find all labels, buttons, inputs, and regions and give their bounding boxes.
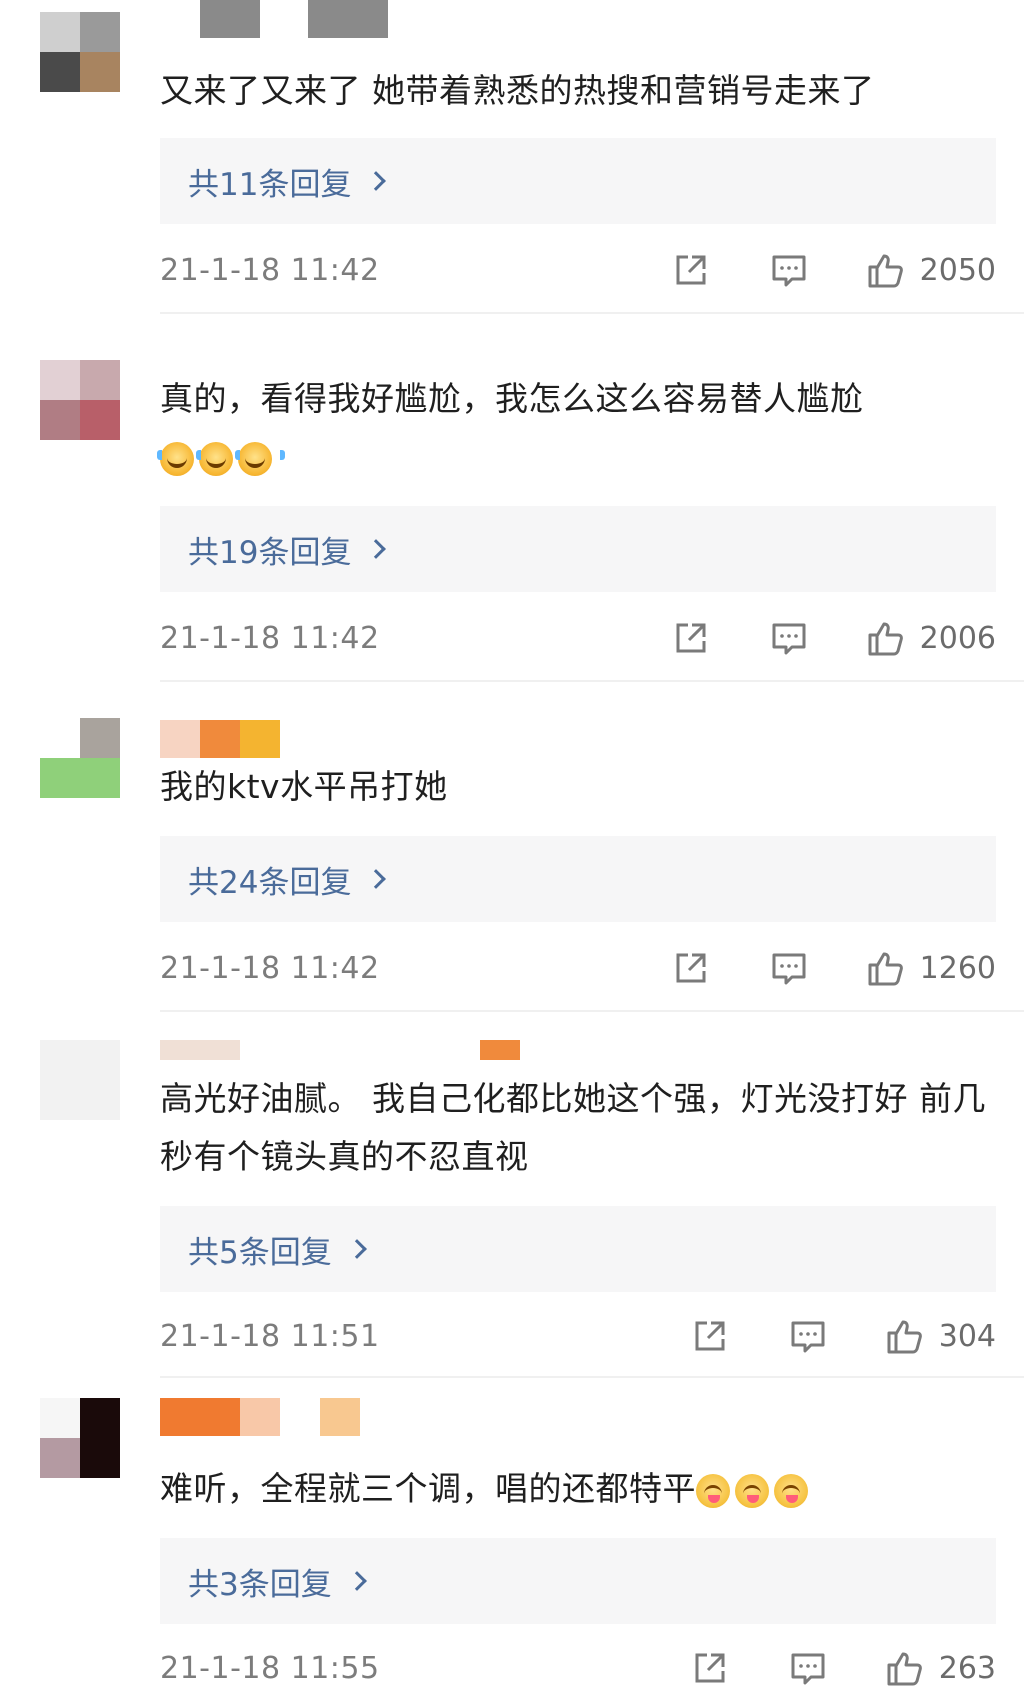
replies-count-label: 共3条回复 <box>188 1566 332 1603</box>
comment-text: 我的ktv水平吊打她 <box>160 758 1010 816</box>
replies-count-label: 共19条回复 <box>188 534 352 571</box>
laugh-cry-emoji <box>235 441 285 476</box>
comment-actions: 2050 <box>672 250 996 290</box>
view-replies-button[interactable]: 共11条回复 <box>160 138 996 224</box>
comment-text-content: 难听，全程就三个调，唱的还都特平 <box>160 1469 696 1508</box>
comment-text: 真的，看得我好尴尬，我怎么这么容易替人尴尬 <box>157 370 1010 486</box>
yum-emoji <box>774 1473 808 1508</box>
comment-text-content: 真的，看得我好尴尬，我怎么这么容易替人尴尬 <box>160 379 864 418</box>
comment-text-content: 我的ktv水平吊打她 <box>160 767 448 806</box>
thumbs-up-icon <box>866 250 906 290</box>
share-icon[interactable] <box>672 251 710 289</box>
thumbs-up-icon <box>866 948 906 988</box>
thumbs-up-icon <box>866 618 906 658</box>
comment-meta: 21-1-18 11:51 304 <box>160 1308 996 1364</box>
like-count: 2006 <box>919 620 996 656</box>
comment-icon[interactable] <box>770 251 808 289</box>
comment-icon[interactable] <box>789 1317 827 1355</box>
like-button[interactable]: 1260 <box>866 948 996 988</box>
like-button[interactable]: 304 <box>885 1316 996 1356</box>
view-replies-button[interactable]: 共3条回复 <box>160 1538 996 1624</box>
divider <box>160 1010 1024 1012</box>
replies-count-label: 共11条回复 <box>188 166 352 203</box>
comment-timestamp: 21-1-18 11:42 <box>160 252 380 288</box>
comment-timestamp: 21-1-18 11:42 <box>160 950 380 986</box>
chevron-right-icon <box>346 1239 367 1259</box>
like-button[interactable]: 2006 <box>866 618 996 658</box>
comment-text-content: 高光好油腻。 我自己化都比她这个强，灯光没打好 前几秒有个镜头真的不忍直视 <box>160 1079 986 1176</box>
comment-meta: 21-1-18 11:42 2006 <box>160 610 996 666</box>
comment-actions: 1260 <box>672 948 996 988</box>
avatar[interactable] <box>40 1398 120 1478</box>
avatar[interactable] <box>40 718 120 798</box>
like-count: 1260 <box>919 950 996 986</box>
thumbs-up-icon <box>885 1648 925 1688</box>
comment-meta: 21-1-18 11:42 2050 <box>160 242 996 298</box>
comment-actions: 2006 <box>672 618 996 658</box>
username[interactable] <box>160 1040 520 1060</box>
like-button[interactable]: 263 <box>885 1648 996 1688</box>
thumbs-up-icon <box>885 1316 925 1356</box>
username[interactable] <box>160 1398 360 1436</box>
like-count: 304 <box>938 1318 996 1354</box>
replies-count-label: 共24条回复 <box>188 864 352 901</box>
username[interactable] <box>160 0 388 38</box>
share-icon[interactable] <box>672 619 710 657</box>
comment-icon[interactable] <box>789 1649 827 1687</box>
comment-timestamp: 21-1-18 11:51 <box>160 1318 380 1354</box>
share-icon[interactable] <box>691 1317 729 1355</box>
comment-actions: 263 <box>691 1648 996 1688</box>
view-replies-button[interactable]: 共5条回复 <box>160 1206 996 1292</box>
share-icon[interactable] <box>672 949 710 987</box>
comment-icon[interactable] <box>770 619 808 657</box>
like-count: 2050 <box>919 252 996 288</box>
chevron-right-icon <box>366 171 387 191</box>
comment-text-content: 又来了又来了 她带着熟悉的热搜和营销号走来了 <box>160 71 875 110</box>
comment-meta: 21-1-18 11:55 263 <box>160 1640 996 1696</box>
comment-text: 难听，全程就三个调，唱的还都特平 <box>160 1460 1010 1518</box>
divider <box>160 680 1024 682</box>
comment-text: 高光好油腻。 我自己化都比她这个强，灯光没打好 前几秒有个镜头真的不忍直视 <box>160 1070 1010 1186</box>
chevron-right-icon <box>366 539 387 559</box>
share-icon[interactable] <box>691 1649 729 1687</box>
laugh-cry-emoji <box>157 441 207 476</box>
chevron-right-icon <box>346 1571 367 1591</box>
comment-timestamp: 21-1-18 11:42 <box>160 620 380 656</box>
comment-timestamp: 21-1-18 11:55 <box>160 1650 380 1686</box>
comment-icon[interactable] <box>770 949 808 987</box>
comment-meta: 21-1-18 11:42 1260 <box>160 940 996 996</box>
username[interactable] <box>160 720 280 758</box>
yum-emoji <box>735 1473 769 1508</box>
avatar[interactable] <box>40 1040 120 1120</box>
like-button[interactable]: 2050 <box>866 250 996 290</box>
avatar[interactable] <box>40 360 120 440</box>
yum-emoji <box>696 1473 730 1508</box>
view-replies-button[interactable]: 共19条回复 <box>160 506 996 592</box>
laugh-cry-emoji <box>196 441 246 476</box>
comment-text: 又来了又来了 她带着熟悉的热搜和营销号走来了 <box>160 62 1010 120</box>
comment-actions: 304 <box>691 1316 996 1356</box>
chevron-right-icon <box>366 869 387 889</box>
avatar[interactable] <box>40 12 120 92</box>
divider <box>160 312 1024 314</box>
view-replies-button[interactable]: 共24条回复 <box>160 836 996 922</box>
like-count: 263 <box>938 1650 996 1686</box>
replies-count-label: 共5条回复 <box>188 1234 332 1271</box>
divider <box>160 1376 1024 1378</box>
